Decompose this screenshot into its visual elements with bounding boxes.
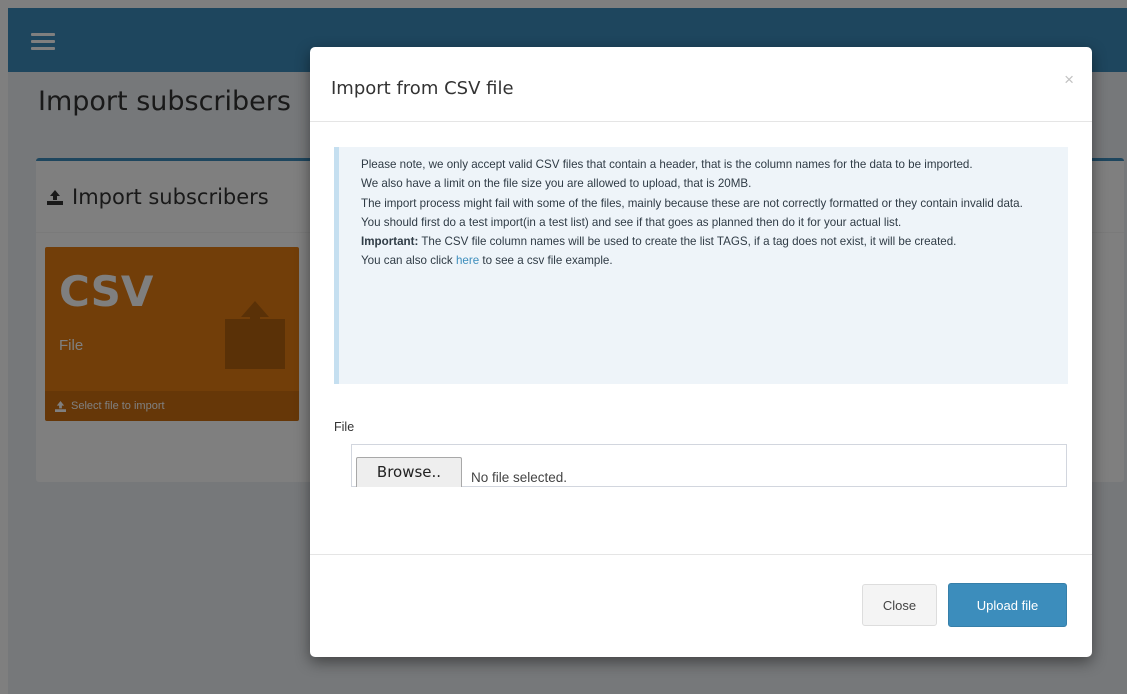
info-example: You can also click here to see a csv fil… (361, 251, 1058, 270)
file-status-text: No file selected. (471, 470, 568, 485)
example-link[interactable]: here (456, 254, 479, 267)
info-line: We also have a limit on the file size yo… (361, 177, 752, 191)
upload-file-button[interactable]: Upload file (948, 583, 1067, 627)
important-label: Important: (361, 235, 419, 249)
example-prefix: You can also click (361, 254, 456, 268)
info-line: Please note, we only accept valid CSV fi… (361, 158, 973, 171)
browse-button[interactable]: Browse.. (356, 457, 462, 487)
file-field-label: File (334, 420, 355, 434)
example-suffix: to see a csv file example. (479, 254, 613, 268)
import-csv-modal: Import from CSV file × Please note, we o… (310, 47, 1092, 657)
close-icon[interactable]: × (1064, 71, 1074, 88)
modal-header: Import from CSV file × (310, 47, 1092, 122)
modal-footer: Close Upload file (310, 554, 1092, 657)
info-callout: Please note, we only accept valid CSV fi… (334, 147, 1068, 384)
file-input[interactable]: Browse.. No file selected. (351, 444, 1067, 487)
info-line: The import process might fail with some … (361, 196, 1023, 210)
info-line: You should first do a test import(in a t… (361, 215, 902, 229)
modal-title: Import from CSV file (331, 78, 514, 99)
info-important: Important: The CSV file column names wil… (361, 232, 1058, 251)
close-button[interactable]: Close (862, 584, 937, 626)
important-text: The CSV file column names will be used t… (418, 235, 957, 249)
